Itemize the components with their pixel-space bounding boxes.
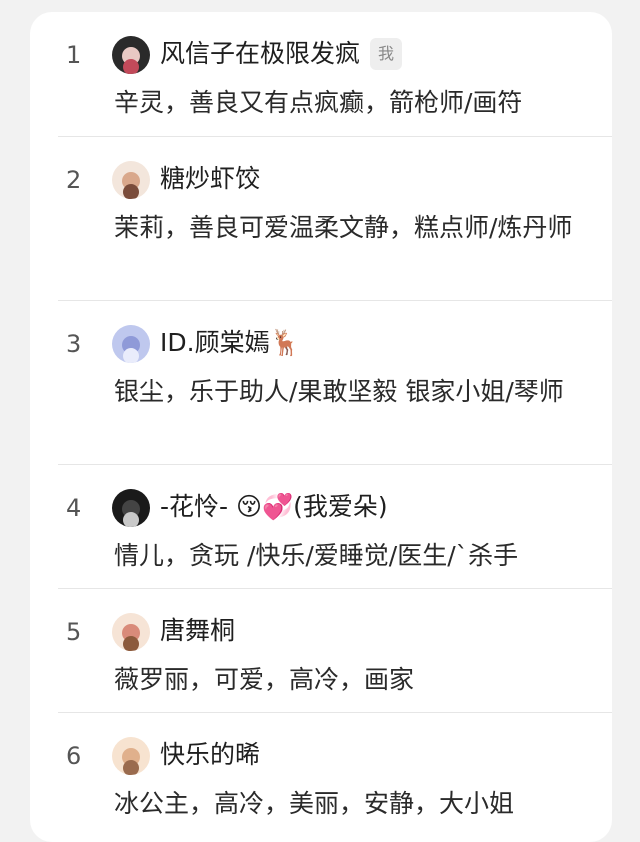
avatar[interactable] xyxy=(112,489,150,527)
character-description: 银尘，乐于助人/果敢坚毅 银家小姐/琴师 xyxy=(114,377,564,406)
avatar[interactable] xyxy=(112,161,150,199)
character-description: 辛灵，善良又有点疯癫，箭枪师/画符 xyxy=(114,88,523,117)
rank-number: 5 xyxy=(66,618,82,646)
user-name[interactable]: 风信子在极限发疯我 xyxy=(160,38,403,70)
rank-number: 4 xyxy=(66,494,82,522)
user-name-text: 风信子在极限发疯 xyxy=(160,39,361,68)
character-description: 冰公主，高冷，美丽，安静，大小姐 xyxy=(114,789,515,818)
user-name[interactable]: 唐舞桐 xyxy=(160,615,235,647)
list-item[interactable]: 1 风信子在极限发疯我 辛灵，善良又有点疯癫，箭枪师/画符 xyxy=(58,12,612,137)
avatar[interactable] xyxy=(112,737,150,775)
user-name[interactable]: ID.顾棠嫣🦌 xyxy=(160,327,301,359)
rank-number: 6 xyxy=(66,742,82,770)
user-name[interactable]: 糖炒虾饺 xyxy=(160,163,260,195)
avatar[interactable] xyxy=(112,36,150,74)
character-description: 薇罗丽，可爱，高冷，画家 xyxy=(114,665,415,694)
me-badge: 我 xyxy=(370,38,403,70)
user-name[interactable]: -花怜- 😚💞(我爱朵) xyxy=(160,491,388,523)
character-description: 茉莉，善良可爱温柔文静，糕点师/炼丹师 xyxy=(114,213,573,242)
rank-number: 2 xyxy=(66,166,82,194)
user-name[interactable]: 快乐的晞 xyxy=(160,739,260,771)
character-description: 情儿，贪玩 /快乐/爱睡觉/医生/`杀手 xyxy=(114,541,519,570)
ranking-card: 1 风信子在极限发疯我 辛灵，善良又有点疯癫，箭枪师/画符 2 糖炒虾饺 茉莉，… xyxy=(30,12,612,842)
list-item[interactable]: 3 ID.顾棠嫣🦌 银尘，乐于助人/果敢坚毅 银家小姐/琴师 xyxy=(58,301,612,465)
avatar[interactable] xyxy=(112,325,150,363)
avatar[interactable] xyxy=(112,613,150,651)
list-item[interactable]: 2 糖炒虾饺 茉莉，善良可爱温柔文静，糕点师/炼丹师 xyxy=(58,137,612,301)
rank-number: 3 xyxy=(66,330,82,358)
list-item[interactable]: 5 唐舞桐 薇罗丽，可爱，高冷，画家 xyxy=(58,589,612,713)
rank-number: 1 xyxy=(66,41,82,69)
list-item[interactable]: 4 -花怜- 😚💞(我爱朵) 情儿，贪玩 /快乐/爱睡觉/医生/`杀手 xyxy=(58,465,612,589)
